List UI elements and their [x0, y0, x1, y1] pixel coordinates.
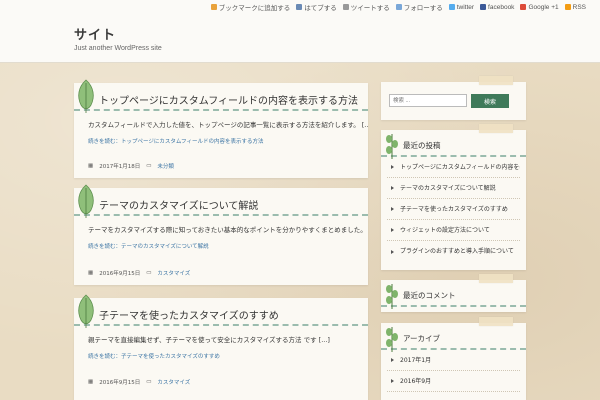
googleplus-icon [520, 4, 527, 10]
leaf-icon [78, 79, 94, 113]
site-tagline: Just another WordPress site [74, 45, 162, 52]
calendar-icon: ▦ [88, 163, 94, 169]
search-widget: 検索 [381, 76, 526, 120]
site-header: ブックマークに追加する はてブする ツイートする フォローする twitter … [0, 0, 600, 63]
list-item[interactable]: ウィジェットの設定方法について [387, 220, 520, 241]
post-card: テーマのカスタマイズについて解説 テーマをカスタマイズする際に知っておきたい基本… [74, 184, 368, 285]
post-excerpt: テーマをカスタマイズする際に知っておきたい基本的なポイントを分かりやすくまとめま… [88, 226, 368, 234]
post-header: トップページにカスタムフィールドの内容を表示する方法 [74, 79, 368, 113]
archives-widget: アーカイブ 2017年1月 2016年9月 [381, 317, 526, 400]
leaf-icon [78, 294, 94, 328]
sprig-icon [386, 284, 398, 309]
post-excerpt: カスタムフィールドで入力した値を、トップページの記事一覧に表示する方法を紹介しま… [88, 121, 368, 129]
site-title[interactable]: サイト [74, 24, 116, 43]
post-title[interactable]: テーマのカスタマイズについて解説 [99, 197, 361, 212]
mail-icon [342, 4, 349, 10]
follow-link[interactable]: フォローする [395, 2, 443, 12]
widget-header: 最近の投稿 [381, 130, 526, 159]
hatena-icon [296, 4, 303, 10]
recent-comments-widget: 最近のコメント [381, 274, 526, 312]
post-header: テーマのカスタマイズについて解説 [74, 184, 368, 218]
list-item[interactable]: テーマのカスタマイズについて解説 [387, 178, 520, 199]
calendar-icon: ▦ [88, 379, 94, 385]
post-date: 2016年9月15日 [99, 271, 141, 277]
post-title[interactable]: 子テーマを使ったカスタマイズのすすめ [99, 307, 361, 322]
social-links: ブックマークに追加する はてブする ツイートする フォローする twitter … [210, 2, 586, 12]
leaf-icon [78, 184, 94, 218]
folder-icon: ▭ [146, 379, 152, 385]
post-header: 子テーマを使ったカスタマイズのすすめ [74, 294, 368, 328]
twitter-link[interactable]: twitter [448, 2, 474, 12]
widget-header: 最近のコメント [381, 280, 526, 309]
widget-title: アーカイブ [403, 334, 441, 343]
search-button[interactable]: 検索 [471, 94, 509, 108]
facebook-icon [480, 4, 487, 10]
post-date: 2017年1月18日 [99, 164, 141, 170]
folder-icon: ▭ [146, 270, 152, 276]
post-date: 2016年9月15日 [99, 380, 141, 386]
archives-list: 2017年1月 2016年9月 [381, 350, 526, 392]
list-item[interactable]: 子テーマを使ったカスタマイズのすすめ [387, 199, 520, 220]
bookmark-link[interactable]: ブックマークに追加する [210, 2, 290, 12]
tape-decoration [479, 76, 513, 85]
rss-link[interactable]: RSS [564, 2, 586, 12]
post-category[interactable]: カスタマイズ [157, 269, 190, 277]
recent-posts-list: トップページにカスタムフィールドの内容を表示する方法 テーマのカスタマイズについ… [381, 157, 526, 262]
hatena-link[interactable]: はてブする [296, 2, 337, 12]
sprig-icon [386, 327, 398, 352]
calendar-icon: ▦ [88, 270, 94, 276]
read-more-link[interactable]: 続きを読む：トップページにカスタムフィールドの内容を表示する方法 [74, 131, 368, 145]
post-meta: ▦ 2017年1月18日 ▭ 未分類 [88, 162, 174, 170]
follow-icon [395, 4, 402, 10]
widget-header: アーカイブ [381, 323, 526, 352]
post-card: トップページにカスタムフィールドの内容を表示する方法 カスタムフィールドで入力し… [74, 79, 368, 178]
list-item[interactable]: 2017年1月 [387, 350, 520, 371]
list-item[interactable]: トップページにカスタムフィールドの内容を表示する方法 [387, 157, 520, 178]
widget-title: 最近のコメント [403, 291, 456, 300]
facebook-link[interactable]: facebook [480, 2, 514, 12]
googleplus-link[interactable]: Google +1 [520, 2, 559, 12]
post-category[interactable]: 未分類 [157, 162, 174, 170]
post-meta: ▦ 2016年9月15日 ▭ カスタマイズ [88, 269, 190, 277]
tweet-link[interactable]: ツイートする [342, 2, 390, 12]
search-input[interactable] [389, 94, 467, 107]
read-more-link[interactable]: 続きを読む：子テーマを使ったカスタマイズのすすめ [74, 346, 368, 360]
sprig-icon [386, 134, 398, 159]
bookmark-icon [210, 4, 217, 10]
post-title[interactable]: トップページにカスタムフィールドの内容を表示する方法 [99, 92, 361, 107]
list-item[interactable]: プラグインのおすすめと導入手順について [387, 241, 520, 262]
folder-icon: ▭ [146, 163, 152, 169]
list-item[interactable]: 2016年9月 [387, 371, 520, 392]
widget-title: 最近の投稿 [403, 141, 441, 150]
post-card: 子テーマを使ったカスタマイズのすすめ 親テーマを直接編集せず、子テーマを使って安… [74, 294, 368, 400]
post-category[interactable]: カスタマイズ [157, 378, 190, 386]
recent-posts-widget: 最近の投稿 トップページにカスタムフィールドの内容を表示する方法 テーマのカスタ… [381, 124, 526, 270]
post-excerpt: 親テーマを直接編集せず、子テーマを使って安全にカスタマイズする方法 です [..… [88, 336, 330, 344]
twitter-icon [448, 4, 455, 10]
read-more-link[interactable]: 続きを読む：テーマのカスタマイズについて解説 [74, 236, 368, 250]
rss-icon [564, 4, 571, 10]
post-meta: ▦ 2016年9月15日 ▭ カスタマイズ [88, 378, 190, 386]
